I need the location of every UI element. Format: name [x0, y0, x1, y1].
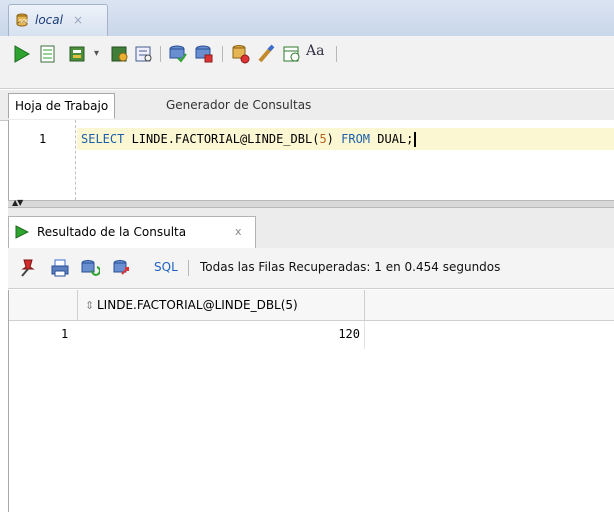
closing-paren: )	[326, 132, 342, 146]
close-icon[interactable]: ×	[73, 13, 83, 27]
grid-header-row: ⇕ LINDE.FACTORIAL@LINDE_DBL(5)	[9, 290, 614, 321]
keyword-from: FROM	[341, 132, 371, 146]
svg-text:SQL: SQL	[19, 19, 29, 25]
sort-icon[interactable]: ⇕	[85, 299, 94, 312]
commit-icon[interactable]	[68, 44, 88, 64]
explain-plan-icon[interactable]	[134, 44, 154, 64]
refresh-icon[interactable]	[80, 258, 100, 278]
autotrace-icon[interactable]	[110, 44, 130, 64]
toolbar-separator	[188, 260, 189, 276]
play-icon	[15, 225, 29, 239]
run-statement-icon[interactable]	[12, 44, 32, 64]
format-case-icon[interactable]: Aa	[306, 43, 326, 63]
result-tab-bar: Resultado de la Consulta x	[8, 208, 614, 249]
document-tab-bar: SQL local ×	[0, 0, 614, 37]
cell-value: 120	[338, 327, 360, 341]
worksheet-toolbar: ▾ Aa	[0, 36, 614, 89]
keyword-select: SELECT	[81, 132, 125, 146]
column-header[interactable]: ⇕ LINDE.FACTORIAL@LINDE_DBL(5)	[77, 290, 365, 320]
sql-statement[interactable]: SELECT LINDE.FACTORIAL@LINDE_DBL(5) FROM…	[81, 132, 417, 147]
fetch-status: Todas las Filas Recuperadas: 1 en 0.454 …	[200, 260, 501, 274]
sql-editor[interactable]: 1 SELECT LINDE.FACTORIAL@LINDE_DBL(5) FR…	[8, 120, 614, 200]
run-script-icon[interactable]	[38, 44, 58, 64]
row-number: 1	[61, 327, 69, 341]
line-number-gutter: 1	[9, 120, 65, 200]
commit-transaction-icon[interactable]	[168, 44, 188, 64]
export-icon[interactable]	[112, 258, 132, 278]
pin-icon[interactable]	[18, 258, 38, 278]
text-cursor	[414, 132, 417, 147]
tab-generador-de-consultas[interactable]: Generador de Consultas	[160, 93, 317, 119]
document-tab-title: local	[35, 13, 63, 27]
sql-tuning-icon[interactable]	[230, 44, 250, 64]
pane-splitter[interactable]: ▲▼	[8, 198, 614, 208]
number-literal: 5	[319, 132, 327, 146]
table-cell[interactable]: 120	[77, 321, 365, 349]
line-number: 1	[39, 132, 47, 146]
tab-hoja-de-trabajo[interactable]: Hoja de Trabajo	[8, 93, 116, 119]
database-connection-icon: SQL	[16, 13, 29, 27]
document-tab-local[interactable]: SQL local ×	[8, 4, 108, 36]
table-dual: DUAL;	[370, 132, 414, 146]
rollback-icon[interactable]	[194, 44, 214, 64]
toolbar-separator	[336, 46, 337, 62]
close-icon[interactable]: x	[235, 225, 242, 238]
function-call: LINDE.FACTORIAL@LINDE_DBL(	[124, 132, 320, 146]
history-icon[interactable]	[282, 44, 302, 64]
result-tab-label: Resultado de la Consulta	[37, 225, 187, 239]
print-icon[interactable]	[50, 258, 70, 278]
toolbar-separator	[160, 46, 161, 62]
sql-button[interactable]: SQL	[154, 260, 178, 274]
column-header-label: LINDE.FACTORIAL@LINDE_DBL(5)	[97, 298, 298, 312]
splitter-arrows-icon[interactable]: ▲▼	[12, 198, 23, 207]
toolbar-separator	[222, 46, 223, 62]
gutter-divider	[75, 120, 76, 200]
worksheet-tabs: Hoja de Trabajo Generador de Consultas	[0, 90, 614, 121]
table-row[interactable]: 1 120	[9, 321, 614, 349]
result-toolbar: SQL Todas las Filas Recuperadas: 1 en 0.…	[8, 248, 614, 289]
row-number-header	[9, 290, 78, 320]
clear-icon[interactable]	[256, 44, 276, 64]
tab-resultado-de-la-consulta[interactable]: Resultado de la Consulta x	[8, 216, 256, 248]
results-grid[interactable]: ⇕ LINDE.FACTORIAL@LINDE_DBL(5) 1 120	[8, 290, 614, 512]
